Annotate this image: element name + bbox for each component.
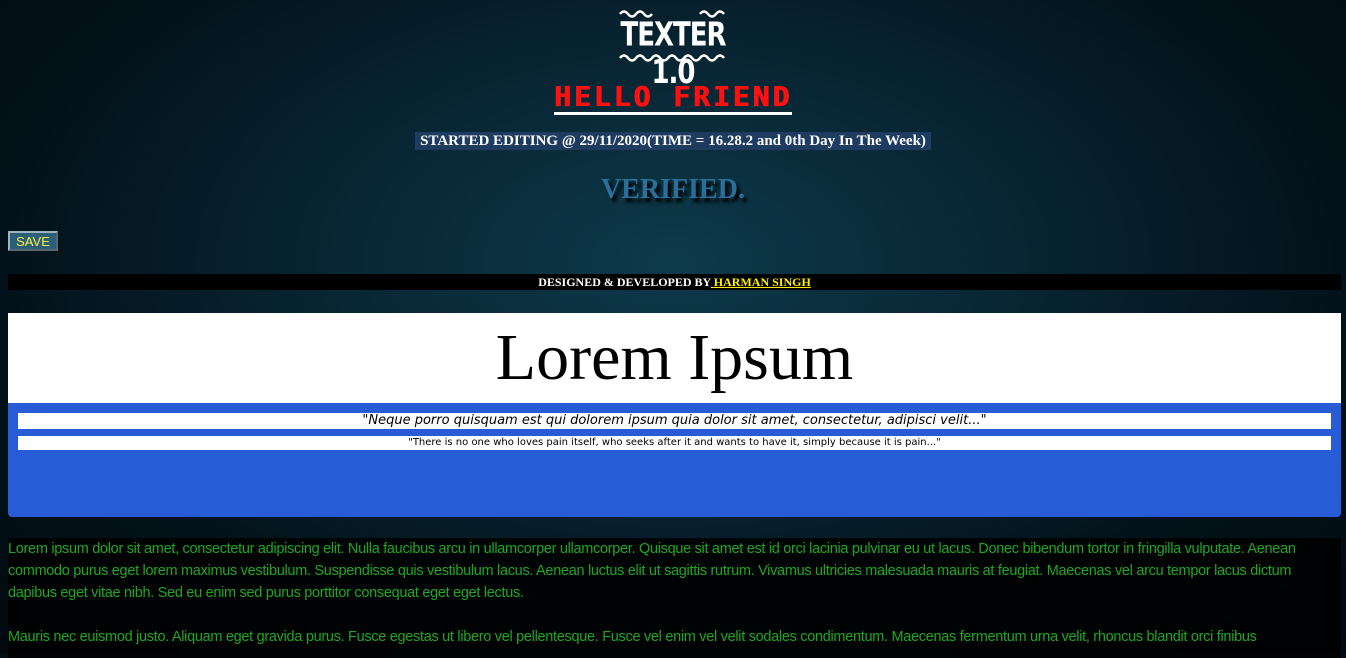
started-editing-text: STARTED EDITING @ 29/11/2020(TIME = 16.2…: [415, 132, 931, 150]
credits-prefix: DESIGNED & DEVELOPED BY: [538, 275, 711, 289]
page-title: Lorem Ipsum: [495, 321, 854, 394]
editor-content[interactable]: Lorem ipsum dolor sit amet, consectetur …: [8, 538, 1341, 658]
credits-bar: DESIGNED & DEVELOPED BY HARMAN SINGH: [8, 274, 1341, 290]
content-paragraph: Lorem ipsum dolor sit amet, consectetur …: [8, 541, 1296, 601]
verified-status: VERIFIED.: [601, 174, 745, 205]
quote-text: "Neque porro quisquam est qui dolorem ip…: [18, 413, 1331, 429]
subquote-text: "There is no one who loves pain itself, …: [18, 436, 1331, 450]
title-panel: Lorem Ipsum: [8, 313, 1341, 403]
started-editing-banner: STARTED EDITING @ 29/11/2020(TIME = 16.2…: [0, 132, 1346, 150]
app-logo: TEXTER 1.0: [0, 6, 1346, 92]
content-paragraph: Mauris nec euismod justo. Aliquam eget g…: [8, 629, 1257, 645]
author-link[interactable]: HARMAN SINGH: [711, 275, 811, 289]
save-button[interactable]: SAVE: [8, 231, 58, 251]
quote-panel: "Neque porro quisquam est qui dolorem ip…: [8, 403, 1341, 517]
greeting-text: HELLO FRIEND: [553, 80, 793, 115]
greeting-heading: HELLO FRIEND: [0, 82, 1346, 115]
